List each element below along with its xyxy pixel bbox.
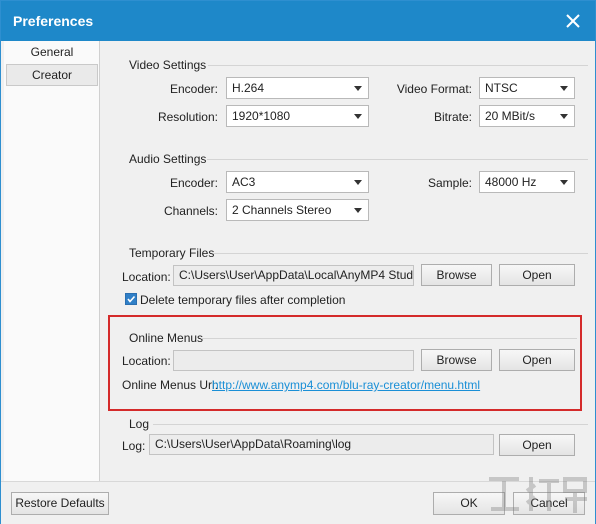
temporary-files-title: Temporary Files	[129, 246, 215, 260]
window-title: Preferences	[13, 13, 94, 29]
temp-location-label: Location:	[122, 270, 171, 284]
channels-label: Channels:	[163, 204, 218, 218]
chevron-down-icon	[560, 86, 568, 91]
temp-browse-button[interactable]: Browse	[421, 264, 492, 286]
creator-settings-panel: Video Settings Encoder: H.264 Resolution…	[101, 41, 595, 481]
log-divider	[153, 424, 588, 425]
audio-encoder-label: Encoder:	[169, 176, 218, 190]
video-settings-title: Video Settings	[129, 58, 207, 72]
log-path-field[interactable]: C:\Users\User\AppData\Roaming\log	[149, 434, 494, 455]
close-icon	[566, 14, 580, 28]
audio-encoder-select[interactable]: AC3	[226, 171, 369, 193]
video-encoder-select[interactable]: H.264	[226, 77, 369, 99]
resolution-label: Resolution:	[157, 110, 218, 124]
chevron-down-icon	[560, 180, 568, 185]
chevron-down-icon	[354, 114, 362, 119]
checkmark-icon	[127, 295, 136, 303]
chevron-down-icon	[354, 180, 362, 185]
title-bar: Preferences	[1, 1, 595, 41]
video-format-label: Video Format:	[396, 82, 472, 96]
sample-label: Sample:	[427, 176, 472, 190]
channels-value: 2 Channels Stereo	[232, 203, 332, 217]
chevron-down-icon	[354, 208, 362, 213]
bitrate-label: Bitrate:	[433, 110, 472, 124]
sidebar: General Creator	[4, 41, 100, 481]
log-title: Log	[129, 417, 150, 431]
sample-value: 48000 Hz	[485, 175, 537, 189]
audio-settings-divider	[207, 159, 588, 160]
delete-temp-label: Delete temporary files after completion	[140, 293, 346, 307]
chevron-down-icon	[354, 86, 362, 91]
resolution-select[interactable]: 1920*1080	[226, 105, 369, 127]
watermark-logo	[489, 477, 587, 513]
log-label: Log:	[122, 439, 146, 453]
online-menus-highlight-box	[108, 315, 582, 411]
sidebar-item-creator[interactable]: Creator	[6, 64, 98, 86]
temp-location-field[interactable]: C:\Users\User\AppData\Local\AnyMP4 Studi…	[173, 265, 414, 286]
video-settings-divider	[208, 65, 588, 66]
video-encoder-value: H.264	[232, 81, 265, 95]
audio-encoder-value: AC3	[232, 175, 256, 189]
restore-defaults-button[interactable]: Restore Defaults	[11, 492, 109, 515]
sidebar-item-general[interactable]: General	[6, 41, 98, 63]
log-open-button[interactable]: Open	[499, 434, 575, 456]
video-format-select[interactable]: NTSC	[479, 77, 575, 99]
bitrate-value: 20 MBit/s	[485, 109, 536, 123]
chevron-down-icon	[560, 114, 568, 119]
close-button[interactable]	[559, 7, 587, 35]
bitrate-select[interactable]: 20 MBit/s	[479, 105, 575, 127]
temp-open-button[interactable]: Open	[499, 264, 575, 286]
resolution-value: 1920*1080	[232, 109, 291, 123]
preferences-dialog: Preferences General Creator Video Settin…	[0, 0, 596, 524]
audio-settings-title: Audio Settings	[129, 152, 207, 166]
channels-select[interactable]: 2 Channels Stereo	[226, 199, 369, 221]
sample-select[interactable]: 48000 Hz	[479, 171, 575, 193]
delete-temp-checkbox[interactable]	[125, 293, 137, 305]
video-encoder-label: Encoder:	[169, 82, 218, 96]
video-format-value: NTSC	[485, 81, 518, 95]
temporary-files-divider	[213, 253, 588, 254]
